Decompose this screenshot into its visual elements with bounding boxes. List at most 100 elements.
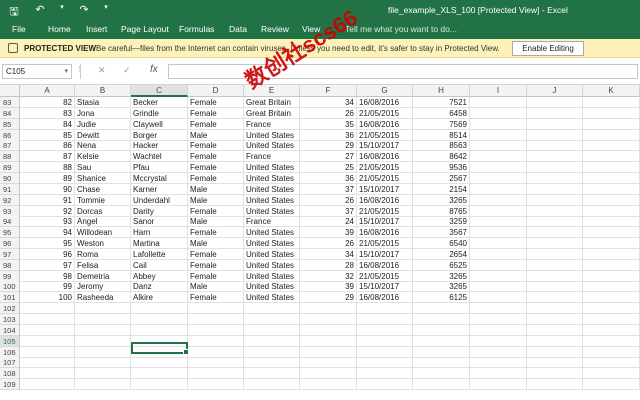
cell-h[interactable]: 8642 [413, 151, 470, 163]
cell-i[interactable] [470, 118, 527, 130]
cell-h[interactable] [413, 368, 470, 380]
cell-d[interactable] [188, 368, 244, 380]
cell-b[interactable]: Felisa [75, 259, 131, 271]
cell-j[interactable] [527, 238, 583, 250]
cell-g[interactable]: 15/10/2017 [357, 140, 413, 152]
cell-j[interactable] [527, 281, 583, 293]
cell-i[interactable] [470, 259, 527, 271]
cell-h[interactable] [413, 379, 470, 391]
tab-page-layout[interactable]: Page Layout [121, 24, 169, 34]
cell-c[interactable]: Claywell [131, 118, 188, 130]
cell-c[interactable]: Lafollette [131, 248, 188, 260]
cell-g[interactable]: 15/10/2017 [357, 281, 413, 293]
cell-a[interactable] [20, 335, 75, 347]
cell-d[interactable] [188, 357, 244, 369]
cell-g[interactable] [357, 357, 413, 369]
cell-f[interactable]: 34 [300, 248, 357, 260]
cell-e[interactable]: United States [244, 129, 300, 141]
cell-k[interactable] [583, 151, 640, 163]
cell-h[interactable]: 3567 [413, 227, 470, 239]
cell-e[interactable]: United States [244, 183, 300, 195]
column-header-j[interactable]: J [527, 85, 583, 97]
cell-d[interactable]: Female [188, 205, 244, 217]
cell-k[interactable] [583, 335, 640, 347]
cell-h[interactable]: 8765 [413, 205, 470, 217]
cell-d[interactable]: Male [188, 129, 244, 141]
row-header[interactable]: 87 [0, 140, 20, 152]
row-header[interactable]: 98 [0, 259, 20, 271]
cell-k[interactable] [583, 162, 640, 174]
cell-c[interactable]: Alkire [131, 292, 188, 304]
cell-b[interactable] [75, 324, 131, 336]
cell-j[interactable] [527, 172, 583, 184]
cell-j[interactable] [527, 129, 583, 141]
cell-h[interactable]: 2567 [413, 172, 470, 184]
cell-b[interactable]: Dorcas [75, 205, 131, 217]
cell-c[interactable]: Abbey [131, 270, 188, 282]
cell-a[interactable]: 85 [20, 129, 75, 141]
cell-h[interactable]: 6525 [413, 259, 470, 271]
cell-d[interactable]: Male [188, 194, 244, 206]
row-header[interactable]: 109 [0, 379, 20, 391]
cell-e[interactable]: United States [244, 205, 300, 217]
cell-i[interactable] [470, 292, 527, 304]
cell-f[interactable] [300, 324, 357, 336]
cell-k[interactable] [583, 140, 640, 152]
cell-k[interactable] [583, 107, 640, 119]
cell-a[interactable]: 90 [20, 183, 75, 195]
cell-a[interactable] [20, 379, 75, 391]
cell-g[interactable] [357, 314, 413, 325]
row-header[interactable]: 90 [0, 172, 20, 184]
cell-h[interactable]: 9536 [413, 162, 470, 174]
cell-b[interactable] [75, 303, 131, 315]
cell-f[interactable]: 34 [300, 97, 357, 108]
cell-k[interactable] [583, 281, 640, 293]
cell-j[interactable] [527, 379, 583, 391]
column-header-c[interactable]: C [131, 85, 188, 97]
cell-e[interactable] [244, 357, 300, 369]
cell-c[interactable]: Mccrystal [131, 172, 188, 184]
cell-k[interactable] [583, 194, 640, 206]
cell-c[interactable]: Sanor [131, 216, 188, 228]
cell-f[interactable] [300, 346, 357, 358]
cell-i[interactable] [470, 216, 527, 228]
cell-f[interactable] [300, 379, 357, 391]
cell-g[interactable]: 16/08/2016 [357, 259, 413, 271]
cell-c[interactable] [131, 368, 188, 380]
cell-a[interactable]: 94 [20, 227, 75, 239]
cell-f[interactable] [300, 335, 357, 347]
cell-d[interactable]: Female [188, 107, 244, 119]
cell-f[interactable]: 36 [300, 129, 357, 141]
cell-j[interactable] [527, 292, 583, 304]
cell-a[interactable] [20, 314, 75, 325]
cell-d[interactable]: Female [188, 227, 244, 239]
cell-h[interactable]: 3265 [413, 281, 470, 293]
cell-k[interactable] [583, 314, 640, 325]
cell-d[interactable] [188, 335, 244, 347]
column-header-b[interactable]: B [75, 85, 131, 97]
cell-g[interactable]: 15/10/2017 [357, 216, 413, 228]
cell-a[interactable]: 93 [20, 216, 75, 228]
cell-h[interactable]: 6125 [413, 292, 470, 304]
column-header-a[interactable]: A [20, 85, 75, 97]
cell-e[interactable]: United States [244, 162, 300, 174]
cell-c[interactable]: Grindle [131, 107, 188, 119]
cell-k[interactable] [583, 172, 640, 184]
cell-h[interactable]: 3259 [413, 216, 470, 228]
cell-e[interactable]: United States [244, 248, 300, 260]
cell-f[interactable] [300, 314, 357, 325]
cell-a[interactable]: 86 [20, 140, 75, 152]
cell-d[interactable]: Female [188, 270, 244, 282]
cell-f[interactable]: 35 [300, 118, 357, 130]
row-header[interactable]: 108 [0, 368, 20, 380]
cell-e[interactable] [244, 324, 300, 336]
cell-i[interactable] [470, 248, 527, 260]
cell-f[interactable]: 37 [300, 183, 357, 195]
cell-e[interactable]: United States [244, 281, 300, 293]
cell-f[interactable]: 29 [300, 292, 357, 304]
enable-editing-button[interactable]: Enable Editing [512, 41, 584, 56]
cell-b[interactable]: Jeromy [75, 281, 131, 293]
cell-b[interactable]: Jona [75, 107, 131, 119]
cell-b[interactable]: Kelsie [75, 151, 131, 163]
cell-g[interactable]: 21/05/2015 [357, 270, 413, 282]
